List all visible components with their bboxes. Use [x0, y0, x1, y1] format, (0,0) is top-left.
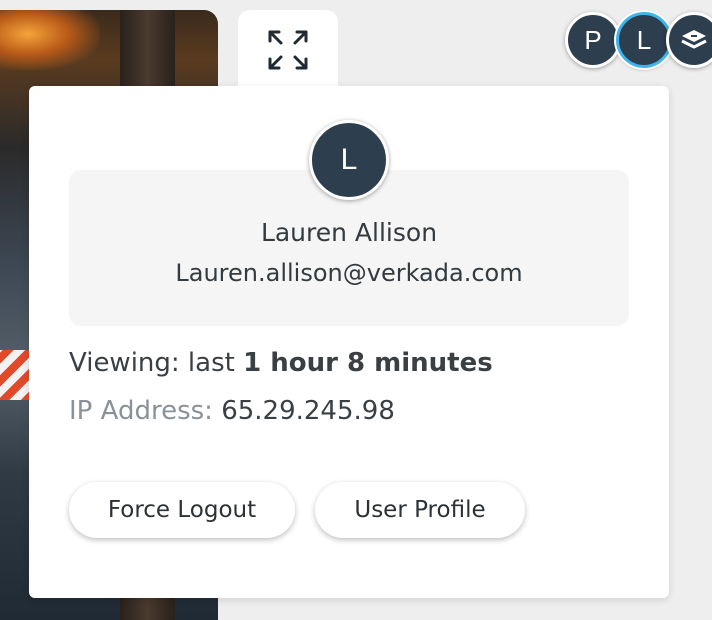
expand-arrows-icon	[268, 30, 308, 70]
layers-icon	[681, 30, 707, 49]
user-session-popover: L Lauren Allison Lauren.allison@verkada.…	[29, 86, 669, 598]
stage: P L L Lauren Allison Lauren.allison@verk…	[0, 0, 712, 620]
user-email: Lauren.allison@verkada.com	[175, 259, 523, 287]
camera-barrier	[0, 350, 30, 400]
expand-button[interactable]	[238, 10, 338, 94]
ip-address-label: IP Address:	[69, 396, 213, 426]
ip-address-value: 65.29.245.98	[221, 396, 395, 426]
user-profile-button[interactable]: User Profile	[315, 482, 525, 538]
viewing-duration-row: Viewing: last 1 hour 8 minutes	[69, 348, 493, 378]
viewer-avatar-layers[interactable]	[666, 12, 712, 68]
viewer-avatar-p[interactable]: P	[565, 12, 621, 68]
viewer-avatar-l-active[interactable]: L	[616, 12, 672, 68]
camera-light-glow	[0, 10, 100, 70]
ip-address-row: IP Address: 65.29.245.98	[69, 396, 395, 426]
viewing-duration: 1 hour 8 minutes	[243, 348, 493, 378]
force-logout-button[interactable]: Force Logout	[69, 482, 295, 538]
viewer-avatars: P L	[565, 12, 712, 70]
user-name: Lauren Allison	[260, 218, 438, 247]
viewing-prefix: Viewing: last	[69, 348, 244, 378]
user-avatar: L	[309, 120, 389, 200]
